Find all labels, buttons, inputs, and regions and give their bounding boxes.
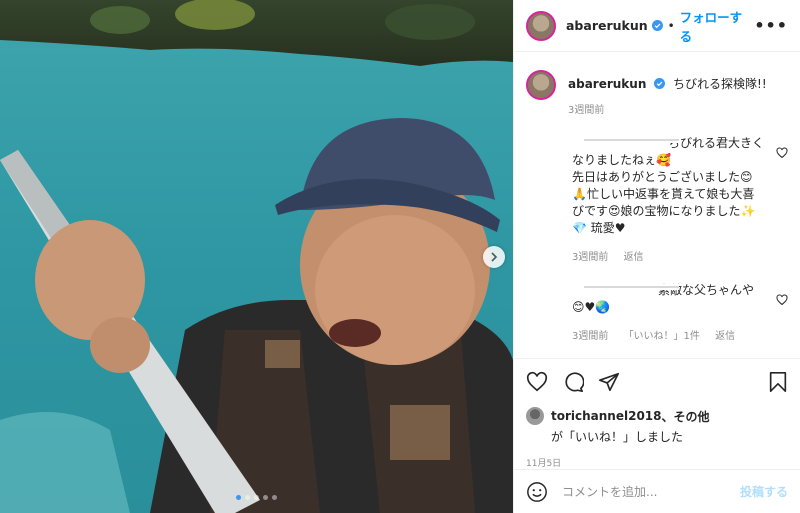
comment-line: 先日はありがとうございました😊 <box>572 170 753 184</box>
post-header: abarerukun • フォローする ••• <box>514 0 800 52</box>
liked-by-others[interactable]: 、その他 <box>662 408 710 425</box>
comment-time[interactable]: 3週間前 <box>572 331 608 342</box>
post-date[interactable]: 11月5日 <box>526 456 788 469</box>
post-sidebar: abarerukun • フォローする ••• abarerukun ちびれる探… <box>513 0 800 513</box>
comment-time[interactable]: 3週間前 <box>572 252 608 263</box>
author-avatar[interactable] <box>526 10 556 41</box>
comment-username[interactable] <box>584 284 679 290</box>
liker-avatar[interactable] <box>526 407 544 425</box>
post-actions: torichannel2018 、その他 が「いいね！」しました 11月5日 <box>514 358 800 469</box>
liked-by-text: が「いいね！」しました <box>551 430 684 444</box>
emoji-icon[interactable] <box>526 481 548 503</box>
comment-line: 🙏忙しい中返事を貰えて娘も大喜 <box>572 187 755 201</box>
share-icon[interactable] <box>598 371 620 393</box>
caption-time: 3週間前 <box>568 105 605 116</box>
reply-button[interactable]: 返信 <box>624 252 644 263</box>
header-separator: • <box>667 18 675 33</box>
more-options-button[interactable]: ••• <box>754 16 788 35</box>
add-comment-bar: 投稿する <box>514 469 800 513</box>
comment-input[interactable] <box>560 483 740 500</box>
heart-icon[interactable] <box>776 147 788 159</box>
comment-line: 😊♥🌏 <box>572 300 611 314</box>
post-comment-button[interactable]: 投稿する <box>740 483 788 500</box>
heart-icon[interactable] <box>526 371 548 393</box>
verified-badge-icon <box>651 20 663 31</box>
comment-username[interactable] <box>584 137 679 143</box>
save-icon[interactable] <box>768 371 788 393</box>
carousel-dot <box>272 495 277 500</box>
post-caption: abarerukun ちびれる探検隊!! 3週間前 <box>526 70 788 119</box>
caption-avatar[interactable] <box>526 70 556 100</box>
carousel-dot <box>263 495 268 500</box>
liker-username[interactable]: torichannel2018 <box>551 409 662 423</box>
post-photo <box>0 0 513 513</box>
carousel-dot <box>254 495 259 500</box>
liked-by: torichannel2018 、その他 <box>526 407 788 425</box>
comment-line: 💎 琉愛♥ <box>572 221 626 235</box>
author-username[interactable]: abarerukun <box>566 18 648 33</box>
caption-text: ちびれる探検隊!! <box>673 77 767 91</box>
carousel-indicator <box>0 495 513 500</box>
instagram-post-dialog: abarerukun • フォローする ••• abarerukun ちびれる探… <box>0 0 800 513</box>
next-image-button[interactable] <box>483 246 505 268</box>
carousel-dot <box>245 495 250 500</box>
heart-icon[interactable] <box>776 294 788 306</box>
post-media[interactable] <box>0 0 513 513</box>
comment-line: びです😍娘の宝物になりました✨ <box>572 204 756 218</box>
comment-item: ちびれる君大きく なりましたねぇ🥰 先日はありがとうございました😊 🙏忙しい中返… <box>526 135 788 266</box>
comments-list[interactable]: abarerukun ちびれる探検隊!! 3週間前 ちびれる君大きく なりました… <box>514 53 800 358</box>
reply-button[interactable]: 返信 <box>715 331 735 342</box>
verified-badge-icon <box>654 78 666 89</box>
comment-item: 素敵な父ちゃんや 😊♥🌏 3週間前 「いいね！」1件 返信 <box>526 282 788 345</box>
comment-line: なりましたねぇ🥰 <box>572 153 671 167</box>
comment-likes[interactable]: 「いいね！」1件 <box>624 331 700 342</box>
comment-icon[interactable] <box>562 371 584 393</box>
caption-username[interactable]: abarerukun <box>568 77 646 91</box>
carousel-dot <box>236 495 241 500</box>
chevron-right-icon <box>491 252 498 262</box>
follow-button[interactable]: フォローする <box>680 7 755 45</box>
